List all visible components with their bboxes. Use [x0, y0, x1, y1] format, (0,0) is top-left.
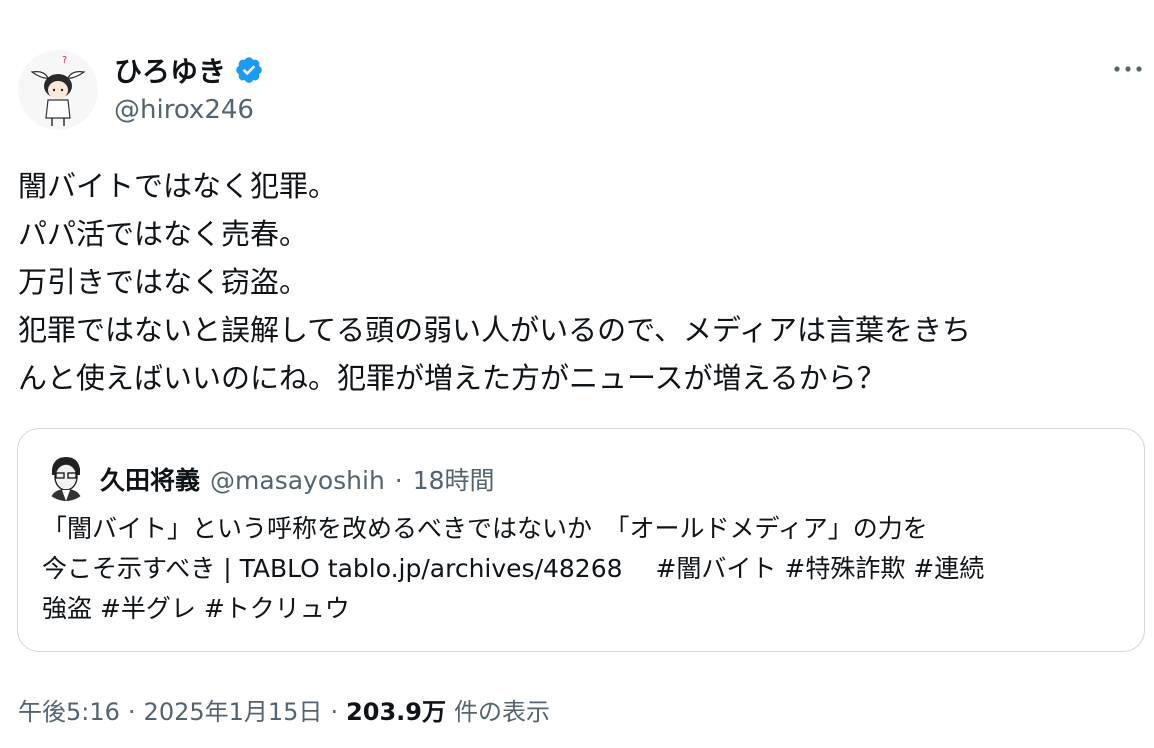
person-avatar-icon: [42, 453, 90, 501]
quoted-author-avatar: [42, 453, 90, 501]
quoted-tweet-time[interactable]: 18時間: [413, 461, 495, 497]
quoted-author-name[interactable]: 久田将義: [100, 461, 200, 497]
character-avatar-icon: ?: [18, 50, 98, 130]
verified-badge-icon[interactable]: [234, 55, 264, 85]
separator-dot: ·: [394, 466, 403, 495]
quoted-author-handle[interactable]: @masayoshih: [210, 466, 385, 495]
svg-text:?: ?: [62, 55, 67, 66]
quoted-tweet-header: 久田将義 @masayoshih · 18時間: [100, 461, 495, 497]
author-handle[interactable]: @hirox246: [114, 95, 254, 125]
separator-dot: ·: [330, 698, 339, 726]
tweet-meta: 午後5:16 · 2025年1月15日 · 203.9万 件の表示: [18, 692, 550, 727]
view-count-label: 件の表示: [454, 698, 550, 726]
author-display-name[interactable]: ひろゆき: [114, 50, 226, 90]
quoted-tweet-text: 「闇バイト」という呼称を改めるべきではないか 「オールドメディア」の力を 今こそ…: [42, 514, 985, 623]
separator-dot: ·: [127, 698, 136, 726]
author-avatar[interactable]: ?: [18, 50, 98, 130]
view-count: 203.9万: [346, 698, 446, 726]
tweet-date[interactable]: 2025年1月15日: [144, 692, 323, 727]
quoted-tweet-card[interactable]: 久田将義 @masayoshih · 18時間 「闇バイト」という呼称を改めるべ…: [17, 428, 1145, 652]
more-options-icon[interactable]: [1108, 56, 1148, 82]
tweet-text: 闇バイトではなく犯罪。 パパ活ではなく売春。 万引きではなく窃盗。 犯罪ではない…: [18, 169, 971, 395]
author-name-row: ひろゆき: [114, 50, 264, 90]
tweet-time[interactable]: 午後5:16: [18, 692, 120, 727]
